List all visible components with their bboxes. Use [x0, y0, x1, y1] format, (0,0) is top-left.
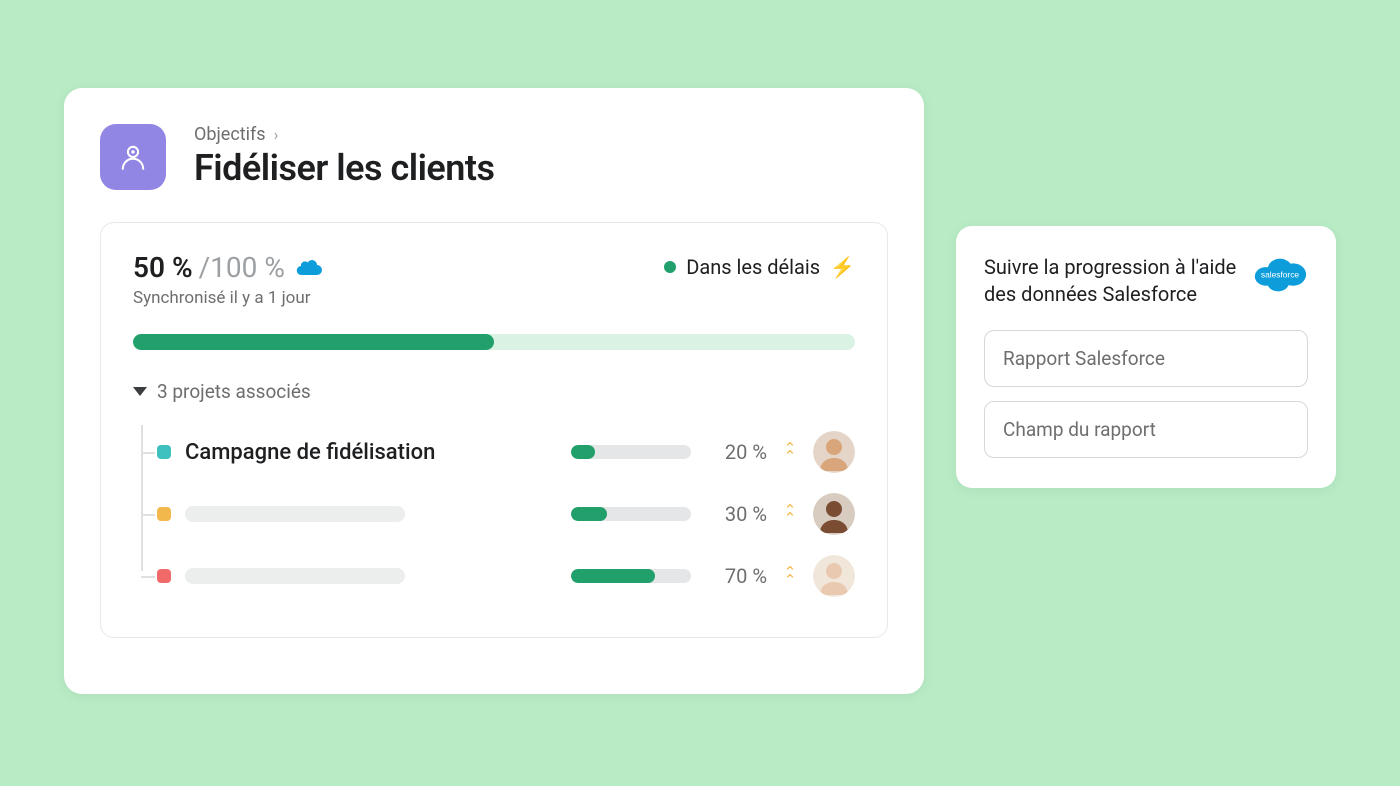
objective-icon: [100, 124, 166, 190]
project-color-dot: [157, 569, 171, 583]
cloud-icon: [295, 253, 323, 283]
trend-up-icon: ⌃⌃: [781, 444, 799, 460]
chevron-right-icon: ›: [274, 125, 279, 144]
project-name-placeholder: [185, 568, 405, 584]
status-badge[interactable]: Dans les délais ⚡: [664, 255, 855, 279]
caret-down-icon: [133, 387, 147, 396]
project-progress-bar: [571, 507, 691, 521]
trend-up-icon: ⌃⌃: [781, 506, 799, 522]
progress-value: 50 % /100 %: [133, 251, 323, 284]
salesforce-panel: Suivre la progression à l'aide des donné…: [956, 226, 1336, 488]
sync-status: Synchronisé il y a 1 jour: [133, 288, 855, 308]
projects-toggle[interactable]: 3 projets associés: [133, 380, 855, 403]
project-row[interactable]: Campagne de fidélisation 20 % ⌃⌃: [143, 421, 855, 483]
project-progress-bar: [571, 569, 691, 583]
input-placeholder: Champ du rapport: [1003, 418, 1156, 441]
page-title: Fidéliser les clients: [194, 147, 495, 189]
bolt-icon: ⚡: [830, 255, 855, 279]
project-color-dot: [157, 445, 171, 459]
project-progress-pct: 20 %: [705, 440, 767, 464]
project-list: Campagne de fidélisation20 %⌃⌃30 %⌃⌃70 %…: [133, 421, 855, 607]
progress-current: 50 %: [133, 251, 193, 284]
project-progress-fill: [571, 507, 607, 521]
project-row[interactable]: 30 % ⌃⌃: [143, 483, 855, 545]
project-progress-pct: 30 %: [705, 502, 767, 526]
tree-branch: [141, 452, 155, 454]
status-label: Dans les délais: [686, 255, 820, 279]
project-color-dot: [157, 507, 171, 521]
svg-text:salesforce: salesforce: [1261, 269, 1300, 279]
project-progress-pct: 70 %: [705, 564, 767, 588]
tree-branch: [141, 576, 155, 578]
status-dot-icon: [664, 261, 676, 273]
trend-up-icon: ⌃⌃: [781, 568, 799, 584]
assignee-avatar[interactable]: [813, 431, 855, 473]
objective-card: Objectifs › Fidéliser les clients 50 % /…: [64, 88, 924, 694]
card-header: Objectifs › Fidéliser les clients: [100, 124, 888, 190]
breadcrumb[interactable]: Objectifs ›: [194, 124, 495, 145]
assignee-avatar[interactable]: [813, 493, 855, 535]
project-row[interactable]: 70 % ⌃⌃: [143, 545, 855, 607]
project-progress-bar: [571, 445, 691, 459]
progress-total: /100 %: [199, 251, 285, 284]
overall-progress-bar: [133, 334, 855, 350]
project-progress-fill: [571, 569, 655, 583]
salesforce-logo-icon: salesforce: [1252, 254, 1308, 297]
progress-panel: 50 % /100 % Dans les délais ⚡ Synchronis…: [100, 222, 888, 638]
assignee-avatar[interactable]: [813, 555, 855, 597]
tree-branch: [141, 514, 155, 516]
salesforce-field-input[interactable]: Champ du rapport: [984, 401, 1308, 458]
salesforce-report-input[interactable]: Rapport Salesforce: [984, 330, 1308, 387]
projects-count-label: 3 projets associés: [157, 380, 311, 403]
input-placeholder: Rapport Salesforce: [1003, 347, 1165, 370]
salesforce-panel-title: Suivre la progression à l'aide des donné…: [984, 254, 1238, 308]
project-name-placeholder: [185, 506, 405, 522]
project-progress-fill: [571, 445, 595, 459]
breadcrumb-label: Objectifs: [194, 124, 266, 145]
project-name: Campagne de fidélisation: [185, 440, 557, 465]
overall-progress-fill: [133, 334, 494, 350]
